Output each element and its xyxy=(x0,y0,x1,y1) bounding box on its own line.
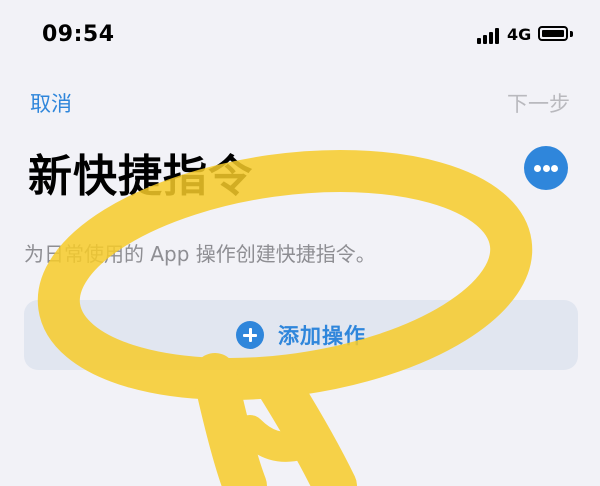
more-options-button[interactable] xyxy=(524,146,568,190)
add-action-button[interactable]: 添加操作 xyxy=(24,300,578,370)
battery-tip xyxy=(570,31,573,37)
cancel-button[interactable]: 取消 xyxy=(30,88,72,118)
ellipsis-icon xyxy=(534,165,541,172)
plus-circle-icon xyxy=(236,321,264,349)
network-type: 4G xyxy=(507,25,532,44)
ellipsis-icon-dot xyxy=(542,165,550,172)
ellipsis-icon-dot xyxy=(551,165,558,172)
next-button[interactable]: 下一步 xyxy=(507,88,570,118)
battery-icon xyxy=(538,26,568,41)
add-action-label: 添加操作 xyxy=(278,324,366,348)
page-title: 新快捷指令 xyxy=(28,151,253,202)
status-bar: 09:54 4G xyxy=(0,0,600,70)
cellular-signal-icon xyxy=(477,28,499,44)
shortcut-description: 为日常使用的 App 操作创建快捷指令。 xyxy=(24,242,376,266)
status-time: 09:54 xyxy=(42,22,115,47)
